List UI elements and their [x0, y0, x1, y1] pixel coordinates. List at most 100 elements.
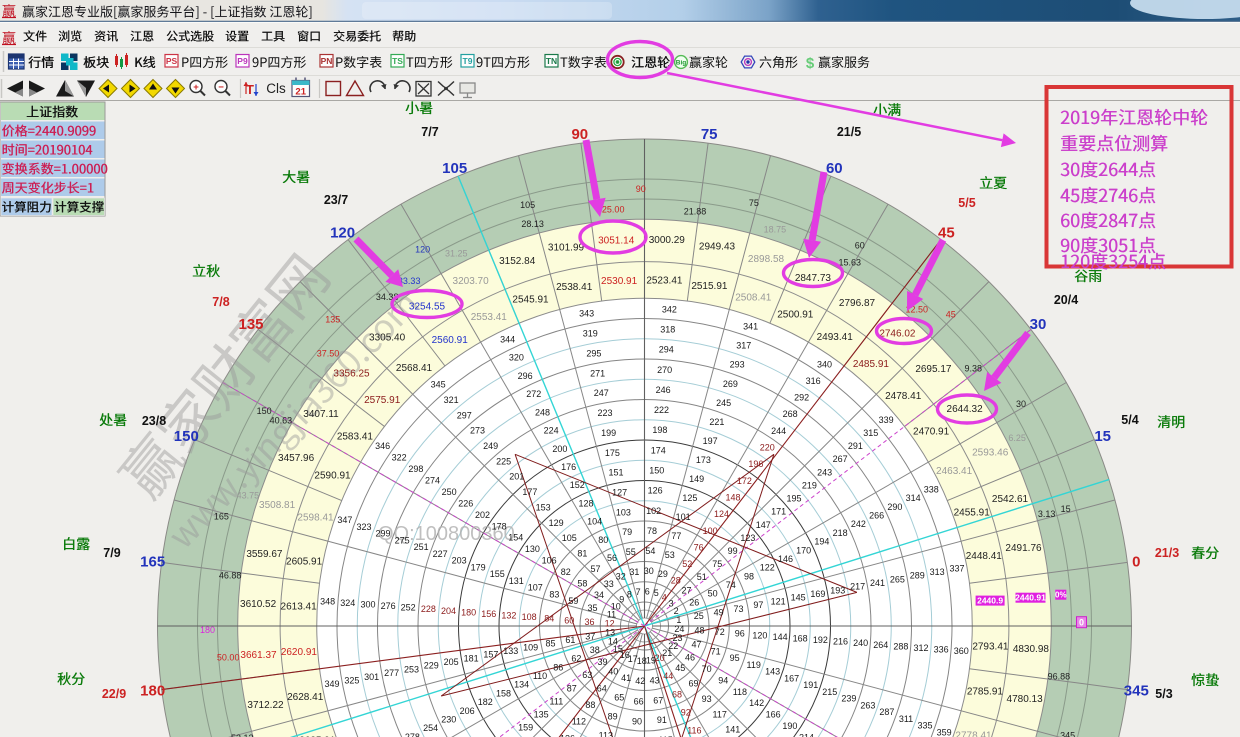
svg-text:75: 75 — [712, 559, 722, 569]
svg-text:3: 3 — [669, 599, 674, 609]
svg-text:71: 71 — [711, 646, 721, 656]
svg-text:2613.41: 2613.41 — [281, 602, 318, 613]
svg-text:2542.61: 2542.61 — [992, 494, 1029, 505]
svg-text:315: 315 — [863, 428, 878, 438]
svg-text:23/8: 23/8 — [142, 414, 166, 428]
svg-text:339: 339 — [879, 415, 894, 425]
svg-text:204: 204 — [441, 606, 456, 616]
svg-text:28: 28 — [671, 576, 681, 586]
svg-text:291: 291 — [848, 441, 863, 451]
svg-text:316: 316 — [806, 376, 821, 386]
svg-text:149: 149 — [689, 474, 704, 484]
svg-text:157: 157 — [483, 650, 498, 660]
svg-text:7/7: 7/7 — [421, 125, 438, 139]
svg-text:217: 217 — [850, 582, 865, 592]
svg-text:124: 124 — [714, 509, 729, 519]
svg-text:31: 31 — [629, 567, 639, 577]
svg-text:154: 154 — [508, 533, 523, 543]
svg-text:120: 120 — [415, 245, 430, 255]
svg-text:201: 201 — [509, 472, 524, 482]
svg-text:145: 145 — [791, 593, 806, 603]
svg-text:TN: TN — [546, 56, 557, 66]
svg-text:267: 267 — [833, 454, 848, 464]
svg-text:31.25: 31.25 — [445, 248, 468, 258]
svg-text:6: 6 — [645, 586, 650, 596]
svg-text:51: 51 — [697, 572, 707, 582]
svg-text:45: 45 — [946, 309, 956, 319]
svg-text:127: 127 — [612, 488, 627, 498]
svg-text:249: 249 — [483, 441, 498, 451]
svg-text:2796.87: 2796.87 — [839, 298, 876, 309]
svg-text:2470.91: 2470.91 — [913, 427, 950, 438]
svg-text:69: 69 — [688, 679, 698, 689]
svg-text:317: 317 — [736, 341, 751, 351]
svg-text:146: 146 — [778, 554, 793, 564]
svg-text:247: 247 — [594, 388, 609, 398]
svg-text:3356.25: 3356.25 — [333, 369, 370, 380]
svg-text:20/4: 20/4 — [1054, 293, 1078, 307]
svg-text:27: 27 — [681, 585, 691, 595]
svg-text:110: 110 — [533, 671, 547, 681]
svg-text:90: 90 — [636, 184, 646, 194]
svg-text:101: 101 — [676, 512, 691, 522]
svg-text:153: 153 — [536, 502, 551, 512]
svg-text:220: 220 — [760, 443, 775, 453]
svg-text:194: 194 — [814, 537, 829, 547]
svg-text:66: 66 — [634, 696, 644, 706]
svg-text:222: 222 — [654, 405, 669, 415]
svg-text:53.13: 53.13 — [231, 733, 254, 737]
svg-text:2560.91: 2560.91 — [432, 335, 469, 346]
svg-text:206: 206 — [460, 706, 475, 716]
svg-text:135: 135 — [325, 315, 340, 325]
svg-text:193: 193 — [830, 585, 845, 595]
svg-text:290: 290 — [887, 502, 902, 512]
svg-text:0: 0 — [1079, 618, 1084, 628]
svg-text:2448.41: 2448.41 — [966, 551, 1003, 562]
svg-text:264: 264 — [873, 640, 888, 650]
svg-text:132: 132 — [501, 611, 516, 621]
svg-text:141: 141 — [725, 725, 740, 735]
svg-text:205: 205 — [444, 657, 459, 667]
svg-text:318: 318 — [660, 325, 675, 335]
svg-text:7: 7 — [636, 587, 641, 597]
svg-text:227: 227 — [433, 549, 448, 559]
svg-text:128: 128 — [578, 498, 593, 508]
svg-text:15: 15 — [1094, 428, 1111, 445]
svg-text:5/4: 5/4 — [1121, 413, 1138, 427]
svg-text:2523.41: 2523.41 — [646, 276, 683, 287]
svg-text:2575.91: 2575.91 — [364, 395, 401, 406]
svg-text:2746.02: 2746.02 — [879, 329, 916, 340]
svg-text:2593.46: 2593.46 — [972, 448, 1009, 459]
svg-text:89: 89 — [608, 711, 618, 721]
svg-text:60: 60 — [826, 160, 843, 177]
svg-text:49: 49 — [714, 608, 724, 618]
svg-text:223: 223 — [597, 408, 612, 418]
svg-text:113: 113 — [599, 730, 613, 737]
svg-text:293: 293 — [730, 360, 745, 370]
svg-text:324: 324 — [340, 598, 355, 608]
svg-text:PS: PS — [166, 56, 178, 66]
svg-text:177: 177 — [522, 487, 537, 497]
svg-text:88: 88 — [585, 700, 595, 710]
svg-text:2485.91: 2485.91 — [853, 359, 890, 370]
svg-text:58: 58 — [577, 579, 587, 589]
svg-text:29: 29 — [658, 569, 668, 579]
svg-text:197: 197 — [703, 436, 718, 446]
svg-text:3712.22: 3712.22 — [247, 700, 284, 711]
svg-text:48: 48 — [694, 626, 704, 636]
svg-text:111: 111 — [550, 696, 564, 706]
svg-text:195: 195 — [786, 494, 801, 504]
svg-text:148: 148 — [725, 493, 740, 503]
svg-text:120: 120 — [752, 630, 767, 640]
svg-text:117: 117 — [713, 709, 727, 719]
svg-text:131: 131 — [509, 576, 524, 586]
svg-text:61: 61 — [565, 635, 575, 645]
svg-text:135: 135 — [534, 710, 549, 720]
svg-text:340: 340 — [817, 359, 832, 369]
svg-text:39: 39 — [597, 657, 607, 667]
svg-text:230: 230 — [441, 715, 456, 725]
svg-text:166: 166 — [766, 710, 781, 720]
svg-text:72: 72 — [715, 627, 725, 637]
svg-text:Cls: Cls — [266, 81, 286, 96]
svg-text:77: 77 — [671, 531, 681, 541]
